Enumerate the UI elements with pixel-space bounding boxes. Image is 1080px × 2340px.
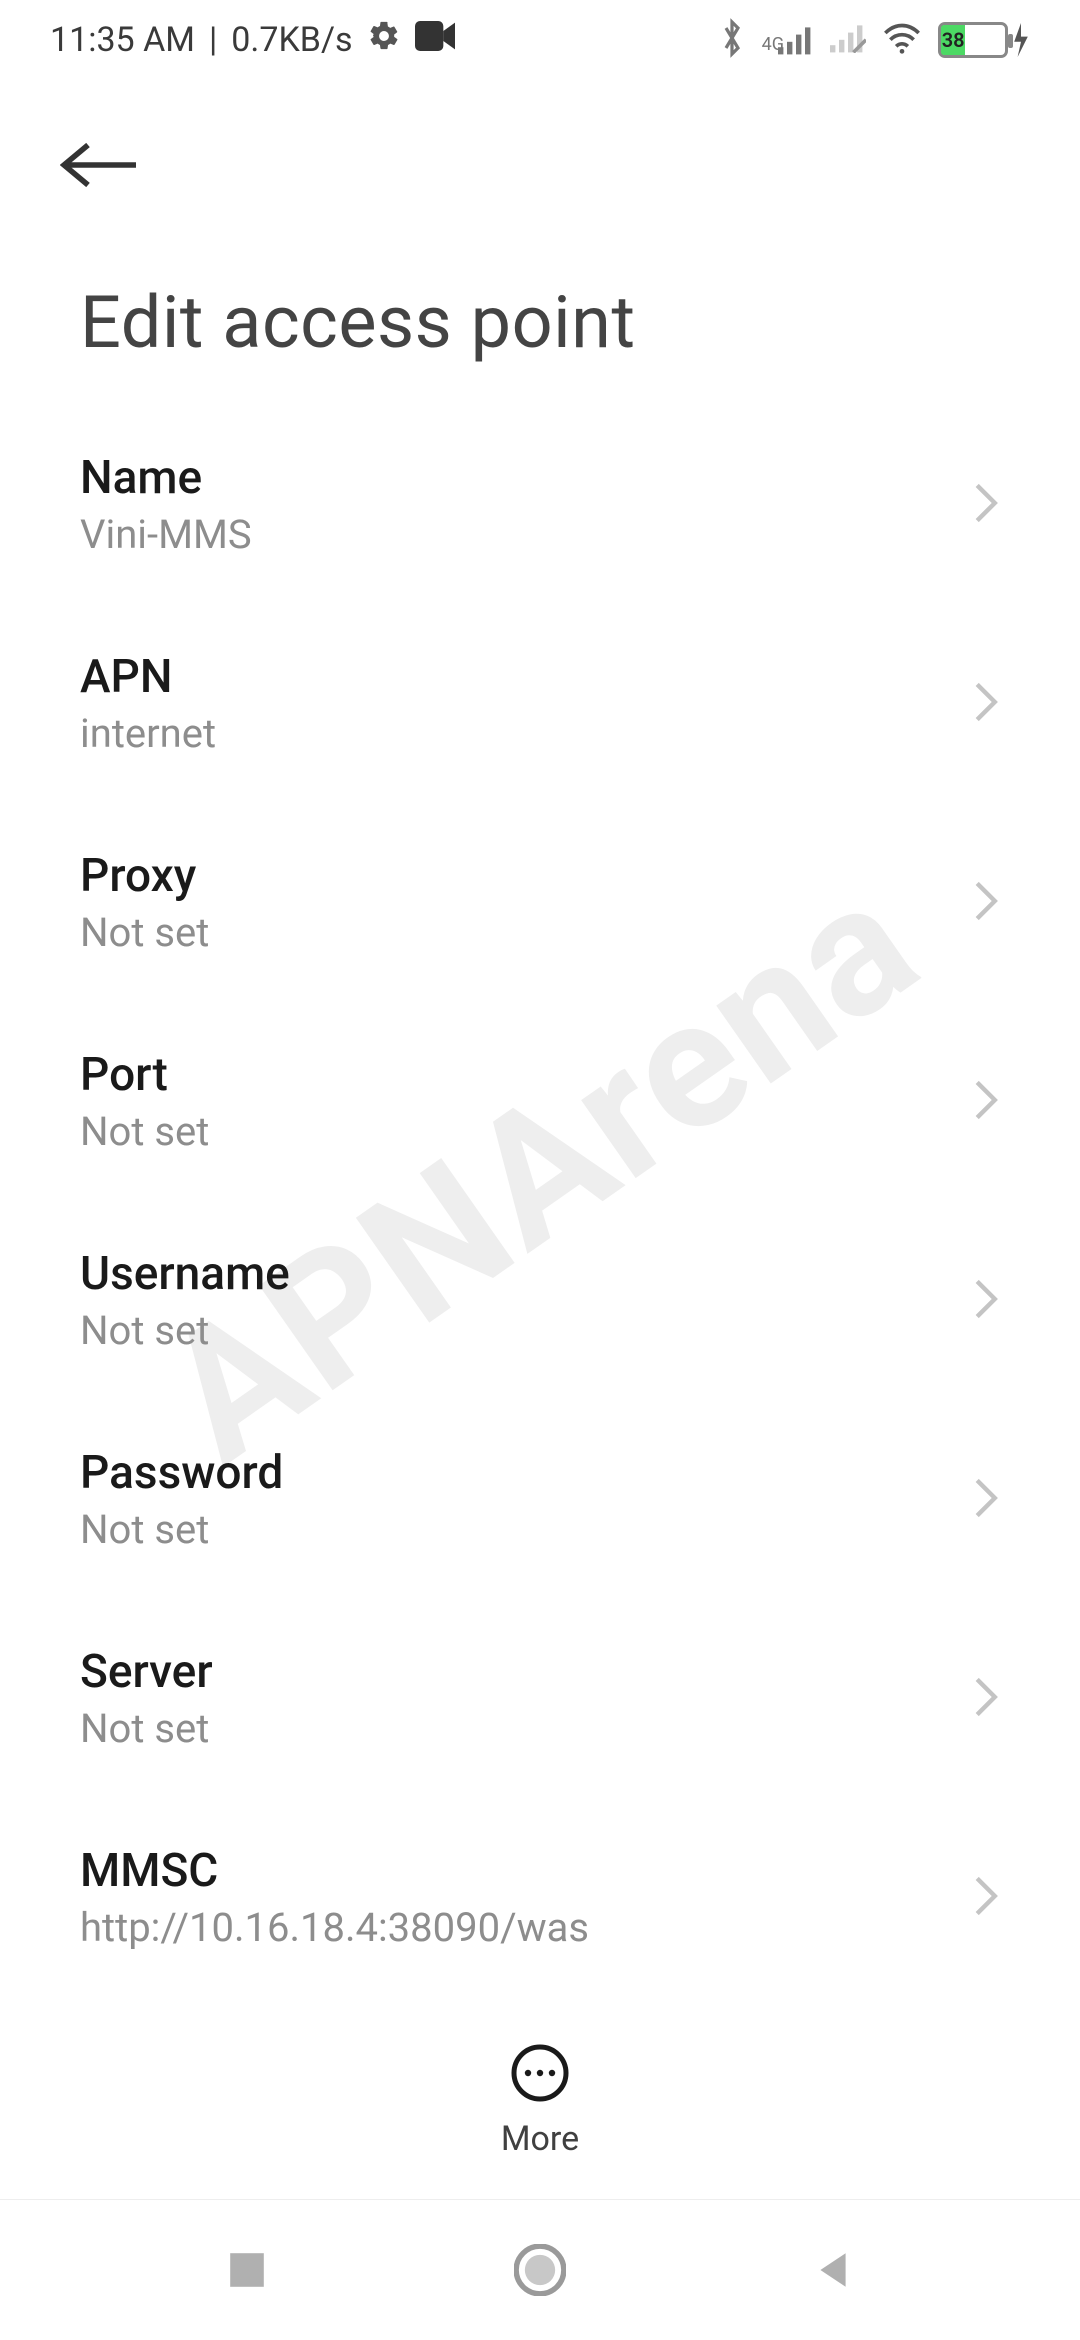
apn-item-port[interactable]: Port Not set xyxy=(80,1002,1000,1201)
chevron-right-icon xyxy=(972,879,1000,927)
apn-item-password[interactable]: Password Not set xyxy=(80,1400,1000,1599)
footer-bar: More xyxy=(0,2000,1080,2200)
back-button[interactable] xyxy=(60,120,150,210)
chevron-right-icon xyxy=(972,481,1000,529)
chevron-right-icon xyxy=(972,680,1000,728)
item-label: APN xyxy=(80,650,216,704)
item-label: Server xyxy=(80,1645,213,1699)
more-circle-icon xyxy=(508,2041,572,2105)
item-value: Not set xyxy=(80,909,209,956)
status-time: 11:35 AM xyxy=(50,20,195,60)
video-icon xyxy=(415,20,455,60)
chevron-right-icon xyxy=(972,1476,1000,1524)
status-bar: 11:35 AM | 0.7KB/s 4G xyxy=(0,0,1080,80)
system-navbar xyxy=(0,2200,1080,2340)
header xyxy=(0,80,1080,220)
charging-icon xyxy=(1012,23,1030,57)
item-label: MMSC xyxy=(80,1844,589,1898)
circle-icon xyxy=(514,2244,566,2296)
square-icon xyxy=(226,2249,268,2291)
item-label: Username xyxy=(80,1247,290,1301)
battery-indicator: 38 xyxy=(938,22,1030,58)
chevron-right-icon xyxy=(972,1675,1000,1723)
signal-bars-icon xyxy=(778,25,814,55)
item-value: http://10.16.18.4:38090/was xyxy=(80,1904,589,1951)
status-sep: | xyxy=(209,20,217,60)
apn-item-apn[interactable]: APN internet xyxy=(80,604,1000,803)
arrow-left-icon xyxy=(60,140,140,190)
more-label: More xyxy=(501,2119,579,2159)
item-value: Not set xyxy=(80,1506,283,1553)
apn-item-username[interactable]: Username Not set xyxy=(80,1201,1000,1400)
settings-list: Name Vini-MMS APN internet Proxy Not set… xyxy=(0,405,1080,2000)
item-value: Not set xyxy=(80,1307,290,1354)
nav-recent-button[interactable] xyxy=(217,2240,277,2300)
apn-item-server[interactable]: Server Not set xyxy=(80,1599,1000,1798)
bluetooth-icon xyxy=(718,18,746,62)
more-button[interactable]: More xyxy=(501,2041,579,2159)
chevron-right-icon xyxy=(972,1277,1000,1325)
item-value: Vini-MMS xyxy=(80,511,252,558)
item-label: Port xyxy=(80,1048,209,1102)
triangle-left-icon xyxy=(812,2249,854,2291)
chevron-right-icon xyxy=(972,1078,1000,1126)
network-indicator: 4G xyxy=(762,25,814,55)
page-title: Edit access point xyxy=(0,220,1080,405)
wifi-icon xyxy=(882,22,922,58)
item-label: Name xyxy=(80,451,252,505)
item-label: Proxy xyxy=(80,849,209,903)
chevron-right-icon xyxy=(972,1874,1000,1922)
item-value: Not set xyxy=(80,1705,213,1752)
apn-item-proxy[interactable]: Proxy Not set xyxy=(80,803,1000,1002)
gear-icon xyxy=(367,19,401,62)
status-data-rate: 0.7KB/s xyxy=(231,20,352,60)
item-label: Password xyxy=(80,1446,283,1500)
item-value: Not set xyxy=(80,1108,209,1155)
signal-bars-off-icon xyxy=(830,23,866,57)
apn-item-mmsc[interactable]: MMSC http://10.16.18.4:38090/was xyxy=(80,1798,1000,1997)
apn-item-name[interactable]: Name Vini-MMS xyxy=(80,405,1000,604)
nav-home-button[interactable] xyxy=(510,2240,570,2300)
nav-back-button[interactable] xyxy=(803,2240,863,2300)
item-value: internet xyxy=(80,710,216,757)
